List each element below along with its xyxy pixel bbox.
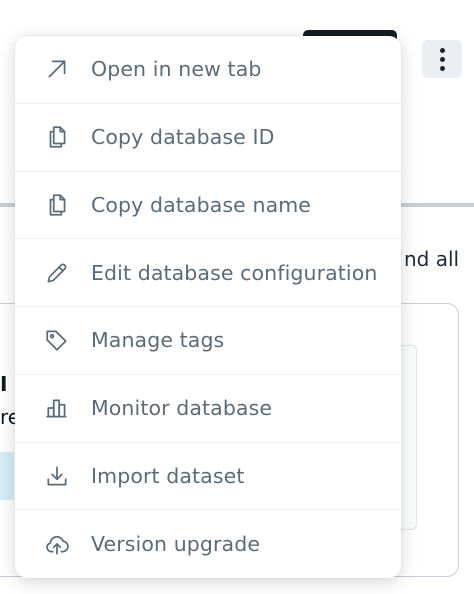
menu-item-label: Open in new tab: [91, 57, 262, 82]
menu-item-edit-database-configuration[interactable]: Edit database configuration: [15, 239, 401, 307]
menu-item-label: Import dataset: [91, 463, 245, 488]
menu-item-import-dataset[interactable]: Import dataset: [15, 443, 401, 511]
database-actions-menu: Open in new tab Copy database ID Copy da…: [15, 36, 401, 578]
menu-item-label: Copy database ID: [91, 125, 275, 150]
cloud-upload-icon: [43, 530, 71, 558]
arrow-up-right-icon: [43, 55, 71, 83]
background-text-fragment: nd all: [404, 247, 460, 271]
more-vertical-icon: [439, 47, 445, 53]
menu-item-copy-database-id[interactable]: Copy database ID: [15, 104, 401, 172]
menu-item-version-upgrade[interactable]: Version upgrade: [15, 510, 401, 578]
bar-chart-icon: [43, 394, 71, 422]
more-options-button[interactable]: [422, 40, 462, 78]
background-highlight: [0, 452, 14, 500]
download-icon: [43, 462, 71, 490]
menu-item-open-in-new-tab[interactable]: Open in new tab: [15, 36, 401, 104]
menu-item-label: Version upgrade: [91, 532, 261, 557]
copy-icon: [43, 191, 71, 219]
menu-item-label: Edit database configuration: [91, 260, 378, 285]
menu-item-label: Copy database name: [91, 192, 312, 217]
menu-item-monitor-database[interactable]: Monitor database: [15, 375, 401, 443]
copy-icon: [43, 123, 71, 151]
menu-item-copy-database-name[interactable]: Copy database name: [15, 172, 401, 240]
pencil-icon: [43, 259, 71, 287]
tag-icon: [43, 326, 71, 354]
menu-item-label: Manage tags: [91, 328, 225, 353]
menu-item-manage-tags[interactable]: Manage tags: [15, 307, 401, 375]
menu-item-label: Monitor database: [91, 396, 273, 421]
